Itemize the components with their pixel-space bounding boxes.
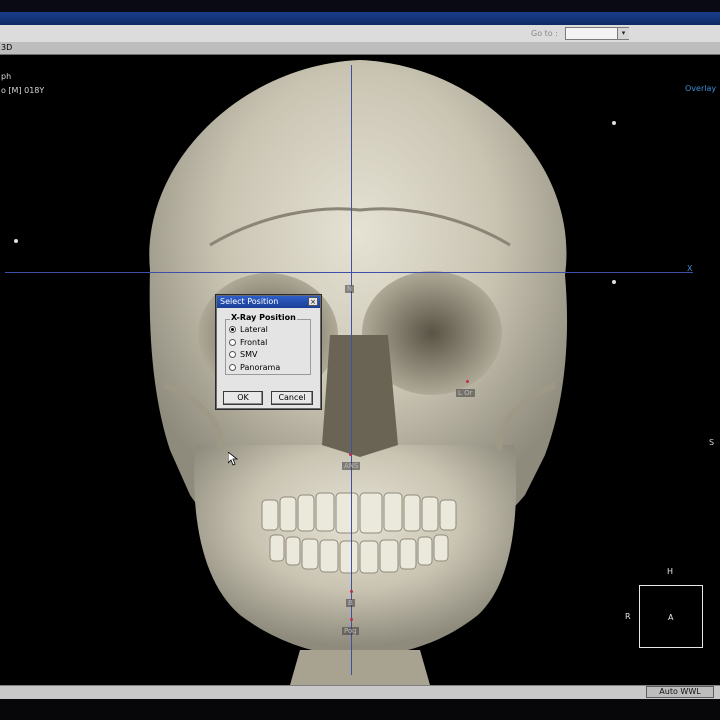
chevron-down-icon[interactable]: ▾ [617,28,629,39]
goto-label: Go to : [531,29,558,38]
right-edge-label: S [709,438,715,447]
tab-3d[interactable]: 3D [1,43,12,52]
patient-line-1: ph [1,72,12,81]
radio-option-frontal[interactable]: Frontal [229,337,267,348]
crosshair-horizontal [5,272,693,273]
skull-render [14,60,616,685]
radio-icon[interactable] [229,339,236,346]
volume-render-viewport[interactable]: N L Or ANS B Pog X ph o [M] 018Y Overlay… [0,55,720,685]
radio-icon[interactable] [229,364,236,371]
landmark-l-or[interactable]: L Or [456,389,475,397]
xray-position-group-label: X-Ray Position [230,313,297,322]
title-bar [0,12,720,25]
radio-option-lateral[interactable]: Lateral [229,324,268,335]
radio-option-panorama[interactable]: Panorama [229,362,280,373]
dialog-title-bar[interactable]: Select Position × [217,296,320,308]
radio-icon[interactable] [229,351,236,358]
radio-icon[interactable] [229,326,236,333]
tab-bar [0,42,720,55]
ok-button[interactable]: OK [223,391,263,405]
status-bar [0,685,720,700]
landmark-pog[interactable]: Pog [342,627,359,635]
cancel-button[interactable]: Cancel [271,391,313,405]
window-top-strip [0,0,720,12]
landmark-b[interactable]: B [346,599,355,607]
landmark-l-or-dot[interactable] [466,380,469,383]
orientation-left: R [625,612,631,621]
mouse-pointer-icon [228,452,238,466]
orientation-top: H [667,567,674,576]
radio-label: Lateral [240,325,268,334]
select-position-dialog: Select Position × X-Ray Position Lateral… [216,295,321,409]
landmark-pog-dot[interactable] [350,618,353,621]
axis-x-label: X [687,264,693,273]
close-icon[interactable]: × [308,297,318,306]
crosshair-vertical [351,65,352,675]
landmark-b-dot[interactable] [350,590,353,593]
dialog-title: Select Position [220,297,279,306]
patient-line-2: o [M] 018Y [1,86,45,95]
landmark-ans-dot[interactable] [349,453,352,456]
orientation-center: A [668,613,674,622]
radio-label: SMV [240,350,258,359]
radio-label: Panorama [240,363,281,372]
auto-wwl-button[interactable]: Auto WWL [646,686,714,698]
radio-option-smv[interactable]: SMV [229,349,257,360]
window-bottom-strip [0,699,720,720]
overlay-toggle[interactable]: Overlay [685,84,716,93]
radio-label: Frontal [240,338,268,347]
landmark-ans[interactable]: ANS [342,462,361,470]
landmark-n[interactable]: N [345,285,355,293]
